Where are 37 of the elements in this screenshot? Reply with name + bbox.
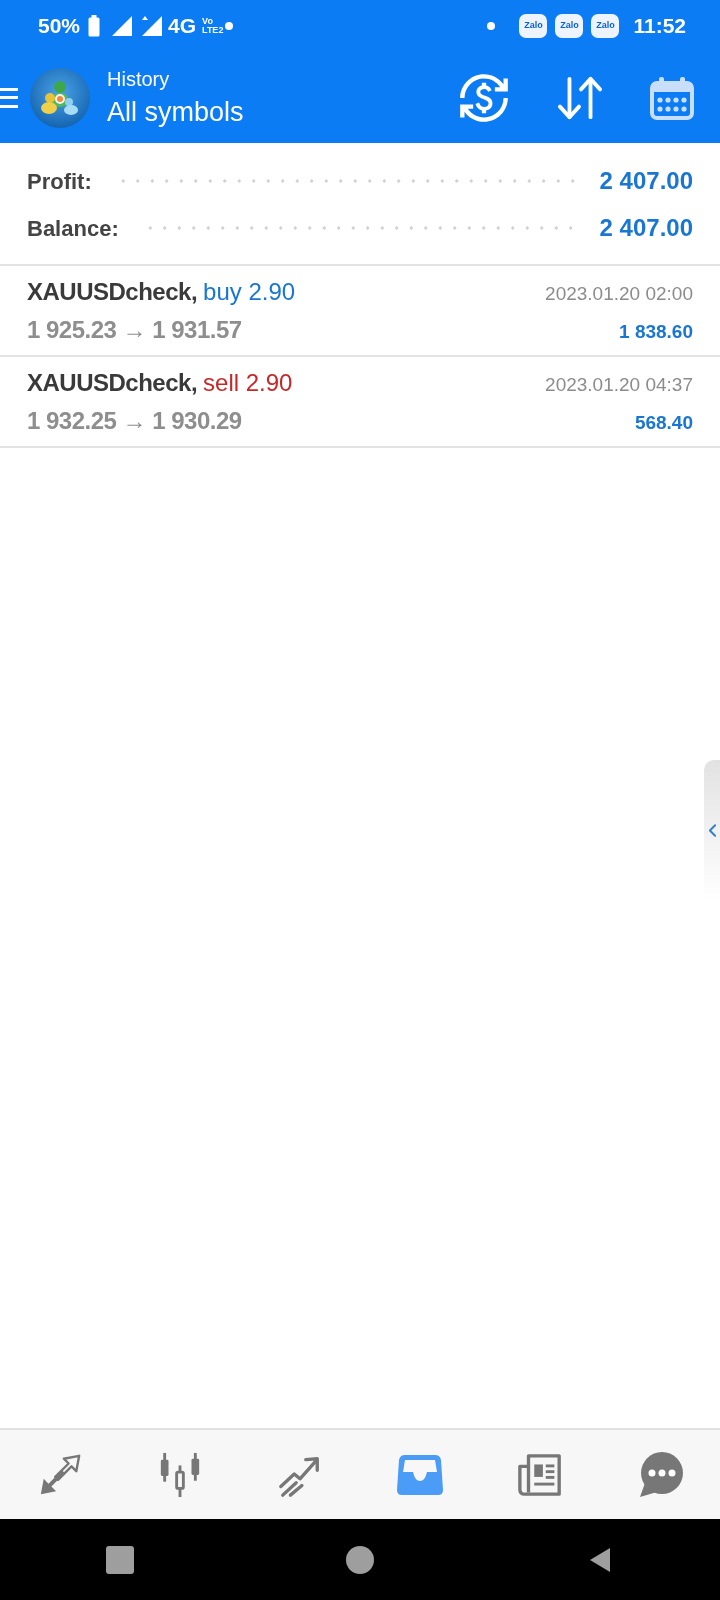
recents-square-icon[interactable] <box>106 1545 134 1574</box>
summary-label: Profit: <box>27 167 92 196</box>
deal-time: 2023.01.20 02:00 <box>545 281 693 306</box>
back-triangle-icon[interactable] <box>588 1546 612 1573</box>
menu-icon[interactable] <box>0 85 18 110</box>
volte-label: Vo <box>202 17 214 26</box>
deal-profit: 1 838.60 <box>619 319 693 344</box>
screen-subtitle: All symbols <box>107 95 244 129</box>
network-type: 4G <box>168 13 197 40</box>
summary-value: 2 407.00 <box>599 166 693 196</box>
deal-prices: 1 925.23 → 1 931.57 <box>27 314 242 345</box>
deal-action: buy 2.90 <box>203 276 296 307</box>
deal-profit: 568.40 <box>634 410 693 435</box>
summary-value: 2 407.00 <box>599 213 693 243</box>
signal-icon <box>112 16 133 36</box>
app-logo-icon <box>30 67 90 128</box>
screen-title: History <box>107 66 171 91</box>
app-notification-icon: Zalo <box>555 14 584 38</box>
deal-symbol: XAUUSDcheck, <box>27 367 198 398</box>
signal-icon <box>140 16 163 36</box>
deal-symbol: XAUUSDcheck, <box>27 276 198 307</box>
battery-percent: 50% <box>38 13 81 40</box>
deal-time: 2023.01.20 04:37 <box>545 372 693 397</box>
currency-exchange-icon[interactable] <box>458 71 510 124</box>
battery-icon <box>88 15 101 37</box>
inbox-tray-icon <box>396 1453 444 1496</box>
app-notification-icon: Zalo <box>591 14 620 38</box>
app-notification-icon: Zalo <box>519 14 548 38</box>
deal-prices: 1 932.25 → 1 930.29 <box>27 405 242 436</box>
volte-label: LTE2 <box>202 26 224 35</box>
newspaper-icon <box>517 1451 563 1498</box>
calendar-icon[interactable] <box>650 75 694 120</box>
deal-action: sell 2.90 <box>203 367 293 398</box>
sort-icon[interactable] <box>557 75 603 120</box>
clock-time: 11:52 <box>633 13 686 40</box>
chevron-left-icon <box>708 823 716 837</box>
summary-label: Balance: <box>27 214 119 243</box>
